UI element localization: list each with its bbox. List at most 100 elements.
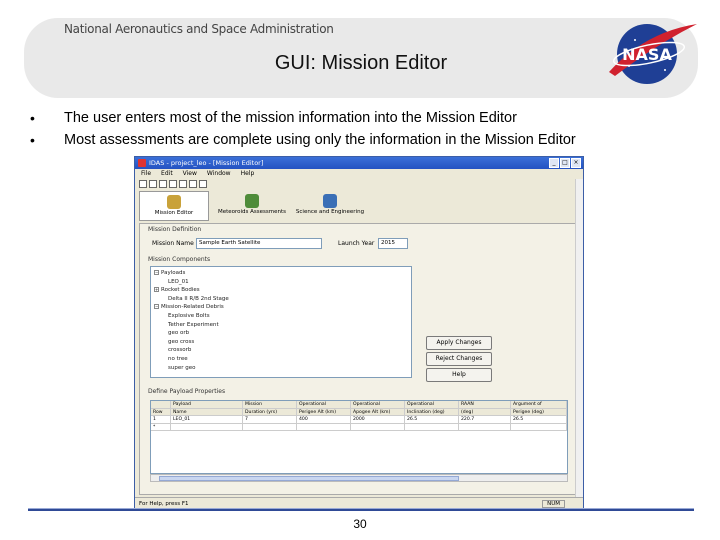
table-cell[interactable] xyxy=(459,423,511,430)
window-vertical-scrollbar[interactable] xyxy=(575,179,583,497)
mission-components-label: Mission Components xyxy=(148,256,211,263)
table-cell[interactable] xyxy=(405,423,459,430)
bullet-dot: • xyxy=(30,132,35,148)
table-header-cell: (deg) xyxy=(459,408,511,415)
table-cell[interactable]: * xyxy=(151,423,171,430)
agency-name: National Aeronautics and Space Administr… xyxy=(64,22,334,36)
table-header-cell: Name xyxy=(171,408,243,415)
tree-node-label: geo cross xyxy=(168,338,195,345)
table-cell[interactable]: 220.7 xyxy=(459,416,511,423)
table-row[interactable]: 1 LEO_01 7 400 2000 26.5 220.7 26.5 xyxy=(151,416,567,424)
menu-help[interactable]: Help xyxy=(241,169,255,179)
table-header-cell: Argument of xyxy=(511,401,567,408)
table-cell[interactable] xyxy=(351,423,405,430)
tree-node-tether[interactable]: Tether Experiment xyxy=(154,321,408,330)
table-header-cell: Perigee (deg) xyxy=(511,408,567,415)
bullet-list: • The user enters most of the mission in… xyxy=(30,108,710,152)
tree-node-label: Payloads xyxy=(161,270,186,276)
tree-node-label: crossorb xyxy=(168,347,192,354)
maximize-icon[interactable]: □ xyxy=(560,158,570,168)
save-icon[interactable] xyxy=(139,180,147,188)
tree-node-geo-cross[interactable]: geo cross xyxy=(154,338,408,347)
tree-node-geo-orb[interactable]: geo orb xyxy=(154,329,408,338)
menu-view[interactable]: View xyxy=(183,169,197,179)
payload-properties-table: Payload Mission Operational Operational … xyxy=(150,400,568,474)
tree-node-no-tree[interactable]: no tree xyxy=(154,355,408,364)
editor-pane: Mission Definition Mission Name Sample E… xyxy=(139,223,579,495)
table-header-cell: Row xyxy=(151,408,171,415)
table-cell[interactable]: 26.5 xyxy=(405,416,459,423)
table-cell[interactable] xyxy=(243,423,297,430)
mode-meteoroids-assessments[interactable]: Meteoroids Assessments xyxy=(217,191,287,221)
tree-node-label: Mission-Related Debris xyxy=(161,304,224,311)
tree-node-crossorb[interactable]: crossorb xyxy=(154,346,408,355)
bullet-text: The user enters most of the mission info… xyxy=(64,110,517,126)
scrollbar-thumb[interactable] xyxy=(159,476,459,481)
tree-node-label: Explosive Bolts xyxy=(168,312,210,319)
footer-divider xyxy=(28,508,694,511)
menu-file[interactable]: File xyxy=(141,169,151,179)
table-cell[interactable] xyxy=(511,423,567,430)
table-header-cell: Operational xyxy=(351,401,405,408)
tree-node-super-geo[interactable]: super geo xyxy=(154,364,408,373)
toolbar xyxy=(135,180,583,190)
close-icon[interactable]: × xyxy=(571,158,581,168)
copy-icon[interactable] xyxy=(169,180,177,188)
menu-edit[interactable]: Edit xyxy=(161,169,173,179)
table-header-cell: RAAN xyxy=(459,401,511,408)
tree-node-label: Delta II R/B 2nd Stage xyxy=(168,295,229,302)
window-controls: _ □ × xyxy=(549,158,581,168)
tree-node-rocket-bodies[interactable]: + Rocket Bodies xyxy=(154,286,408,295)
table-cell[interactable]: 400 xyxy=(297,416,351,423)
launch-year-field[interactable]: 2015 xyxy=(378,238,408,249)
table-cell[interactable] xyxy=(297,423,351,430)
tree-node-debris[interactable]: − Mission-Related Debris xyxy=(154,303,408,312)
tree-node-leo01[interactable]: LEO_01 xyxy=(154,278,408,287)
help-button[interactable]: Help xyxy=(426,368,492,382)
paste-icon[interactable] xyxy=(179,180,187,188)
mode-bar: Mission Editor Meteoroids Assessments Sc… xyxy=(139,191,579,221)
table-cell[interactable]: 7 xyxy=(243,416,297,423)
open-icon[interactable] xyxy=(149,180,157,188)
tree-node-label: Rocket Bodies xyxy=(161,287,200,294)
table-cell[interactable]: 2000 xyxy=(351,416,405,423)
reject-changes-button[interactable]: Reject Changes xyxy=(426,352,492,366)
tree-node-explosive-bolts[interactable]: Explosive Bolts xyxy=(154,312,408,321)
print-icon[interactable] xyxy=(189,180,197,188)
mode-science-engineering[interactable]: Science and Engineering xyxy=(295,191,365,221)
table-cell[interactable]: LEO_01 xyxy=(171,416,243,423)
table-row-new[interactable]: * xyxy=(151,423,567,431)
tree-node-label: LEO_01 xyxy=(168,278,189,285)
tree-node-delta-rb[interactable]: Delta II R/B 2nd Stage xyxy=(154,295,408,304)
tree-node-payloads[interactable]: − Payloads xyxy=(154,269,408,278)
collapse-icon[interactable]: − xyxy=(154,304,159,310)
cut-icon[interactable] xyxy=(159,180,167,188)
minimize-icon[interactable]: _ xyxy=(549,158,559,168)
table-header-cell: Perigee Alt (km) xyxy=(297,408,351,415)
table-header-row: Row Name Duration (yrs) Perigee Alt (km)… xyxy=(151,408,567,416)
bullet-item: • The user enters most of the mission in… xyxy=(30,108,710,130)
apply-changes-button[interactable]: Apply Changes xyxy=(426,336,492,350)
table-cell[interactable]: 26.5 xyxy=(511,416,567,423)
slide-header: National Aeronautics and Space Administr… xyxy=(24,18,698,98)
meteoroid-icon xyxy=(245,194,259,208)
tree-node-label: no tree xyxy=(168,355,188,362)
bullet-dot: • xyxy=(30,110,35,126)
table-header-cell: Payload xyxy=(171,401,243,408)
window-titlebar[interactable]: IDAS - project_leo - [Mission Editor] _ … xyxy=(135,157,583,169)
table-horizontal-scrollbar[interactable] xyxy=(150,474,568,482)
table-cell[interactable]: 1 xyxy=(151,416,171,423)
window-title: IDAS - project_leo - [Mission Editor] xyxy=(149,159,264,167)
grid-icon[interactable] xyxy=(199,180,207,188)
tree-node-label: super geo xyxy=(168,364,196,371)
status-text: For Help, press F1 xyxy=(139,501,189,507)
expand-icon[interactable]: + xyxy=(154,287,159,293)
mode-mission-editor[interactable]: Mission Editor xyxy=(139,191,209,221)
menu-window[interactable]: Window xyxy=(207,169,231,179)
collapse-icon[interactable]: − xyxy=(154,270,159,275)
table-cell[interactable] xyxy=(171,423,243,430)
mission-definition-label: Mission Definition xyxy=(148,226,202,233)
mission-name-label: Mission Name xyxy=(152,240,194,247)
launch-year-label: Launch Year xyxy=(338,240,375,247)
mission-name-field[interactable]: Sample Earth Satellite xyxy=(196,238,322,249)
